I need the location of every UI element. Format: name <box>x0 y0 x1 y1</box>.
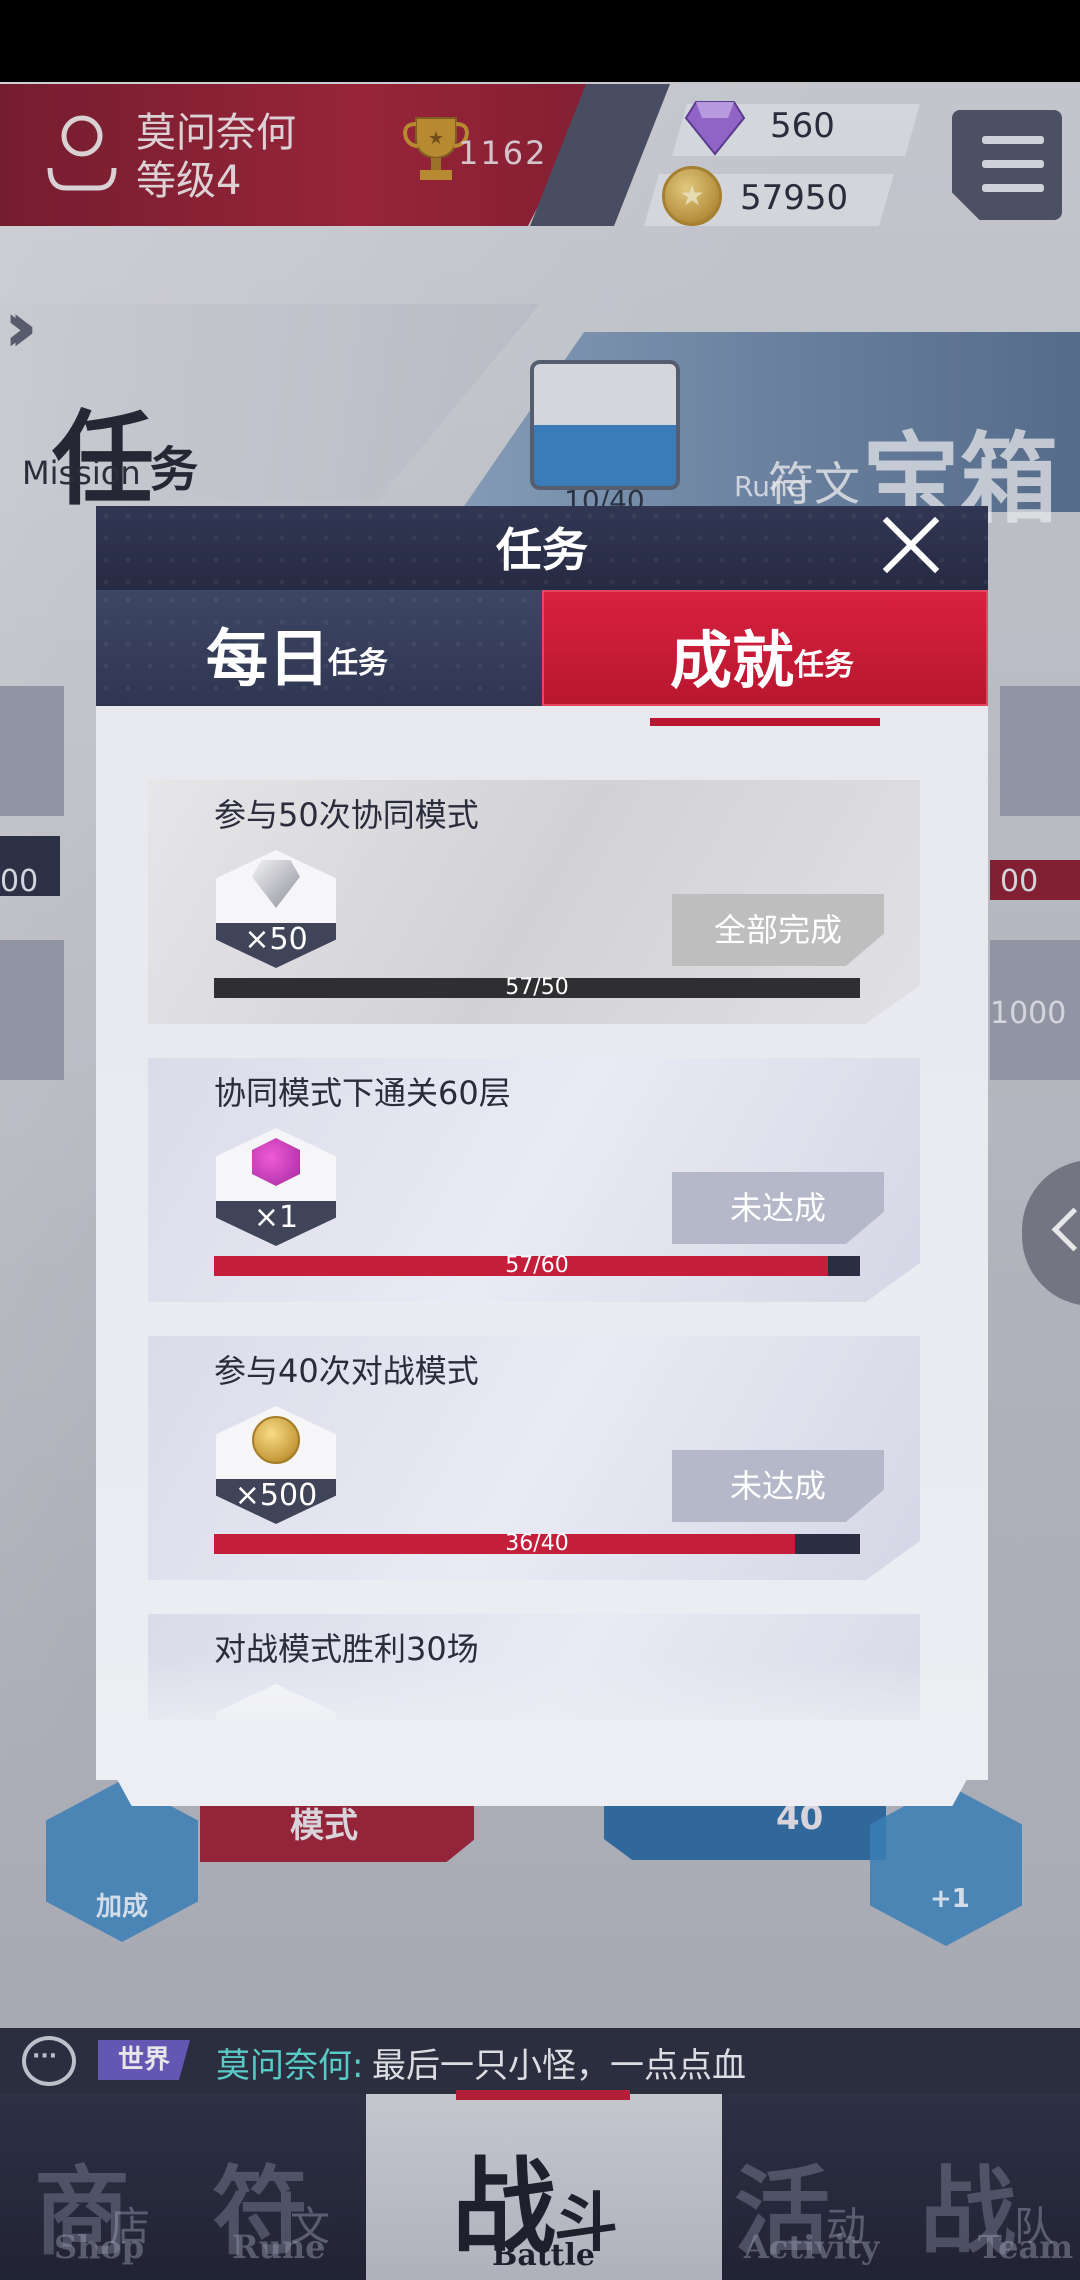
reward-quantity: ×1 <box>253 1200 299 1235</box>
task-status-button[interactable]: 全部完成 <box>672 894 884 966</box>
task-progress-text: 57/50 <box>505 975 569 1000</box>
tab-achievement-tasks[interactable]: 成就 任务 <box>542 590 988 706</box>
task-status-button[interactable]: 未达成 <box>672 1172 884 1244</box>
tab-achieve-small: 任务 <box>794 648 854 683</box>
task-progress-text: 57/60 <box>505 1253 569 1278</box>
task-card: 参与40次对战模式 ×500 未达成 36/40 <box>148 1336 920 1580</box>
task-title: 参与40次对战模式 <box>214 1352 479 1390</box>
task-list[interactable]: 参与50次协同模式 ×50 全部完成 57/50 协同模式下通关60层 ×1 未… <box>96 760 988 1720</box>
coin-icon <box>252 1416 300 1464</box>
list-fade <box>96 1660 988 1780</box>
task-progress-text: 36/40 <box>505 1531 569 1556</box>
tab-daily-small: 任务 <box>328 646 388 681</box>
task-card: 协同模式下通关60层 ×1 未达成 57/60 <box>148 1058 920 1302</box>
task-title: 协同模式下通关60层 <box>214 1074 511 1112</box>
tab-achieve-big: 成就 <box>670 624 795 697</box>
task-status-button[interactable]: 未达成 <box>672 1450 884 1522</box>
reward-quantity: ×50 <box>244 922 308 957</box>
close-icon[interactable] <box>880 514 942 576</box>
task-title: 参与50次协同模式 <box>214 796 479 834</box>
task-modal-title: 任务 <box>496 523 588 577</box>
tab-daily-tasks[interactable]: 每日 任务 <box>96 590 542 706</box>
task-card: 参与50次协同模式 ×50 全部完成 57/50 <box>148 780 920 1024</box>
reward-quantity: ×500 <box>234 1478 318 1513</box>
tab-active-indicator <box>650 718 880 726</box>
tab-daily-big: 每日 <box>206 622 331 695</box>
status-bar <box>0 0 1080 82</box>
